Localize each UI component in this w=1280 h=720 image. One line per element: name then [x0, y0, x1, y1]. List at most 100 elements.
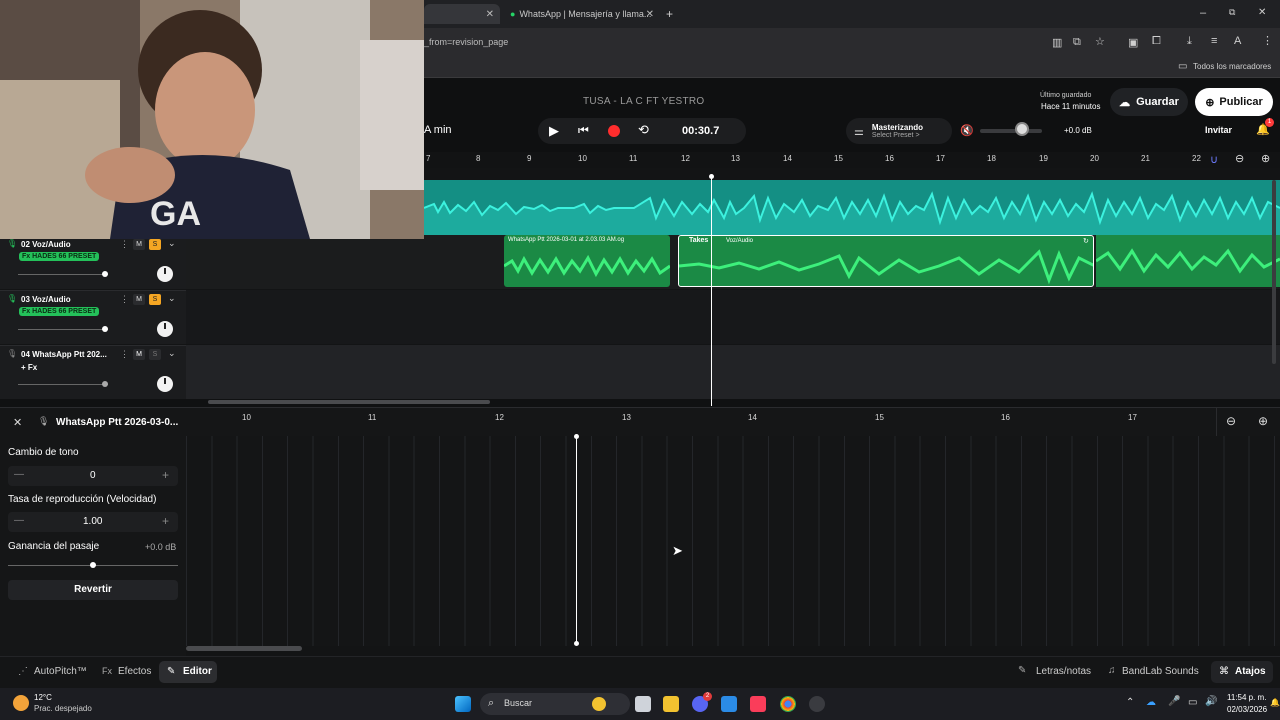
browser-tab-whatsapp[interactable]: ● WhatsApp | Mensajería y llama... ✕ [502, 4, 660, 24]
zoom-in-icon[interactable]: ⊕ [1261, 152, 1270, 165]
editor-scrollbar-thumb[interactable] [186, 646, 302, 651]
song-title[interactable]: TUSA - LA C FT YESTRO [583, 96, 705, 107]
loop-icon[interactable]: ⟲ [638, 122, 649, 138]
app-icon[interactable] [809, 696, 825, 712]
editor-playhead-handle[interactable] [574, 434, 579, 439]
volume-icon[interactable]: 🔊 [1205, 696, 1217, 707]
taskbar-time[interactable]: 11:54 p. m. [1227, 693, 1266, 702]
audio-clip-voz-selected[interactable]: Takes Voz/Audio ↻ [678, 235, 1094, 287]
playhead-handle[interactable] [709, 174, 714, 179]
music-app-icon[interactable] [750, 696, 766, 712]
editor-playhead-line[interactable] [576, 436, 577, 644]
pan-knob[interactable] [157, 266, 173, 282]
track-menu-icon[interactable]: ⋮ [120, 239, 129, 250]
tab-search-icon[interactable]: ▣ [1128, 36, 1138, 49]
track-volume-thumb[interactable] [102, 271, 108, 277]
solo-button[interactable]: S [149, 294, 161, 305]
publish-button[interactable]: ⊕ Publicar [1195, 88, 1273, 116]
track-menu-icon[interactable]: ⋮ [120, 294, 129, 305]
track-name[interactable]: 04 WhatsApp Ptt 202... [21, 350, 107, 359]
left-partial-label[interactable]: A min [424, 124, 452, 136]
rate-stepper[interactable]: — 1.00 + [8, 512, 178, 532]
track-volume-slider[interactable] [18, 329, 108, 330]
arrangement-scrollbar-thumb[interactable] [208, 400, 490, 404]
loop-clip-icon[interactable]: ↻ [1083, 237, 1089, 245]
tracks-vertical-scrollbar[interactable] [1272, 180, 1276, 364]
volume-slider[interactable] [980, 129, 1042, 133]
gain-slider-thumb[interactable] [90, 562, 96, 568]
chevron-down-icon[interactable]: ⌄ [168, 348, 176, 359]
chrome-icon[interactable] [780, 696, 796, 712]
speaker-mute-icon[interactable]: 🔇 [960, 124, 974, 137]
fx-preset-badge[interactable]: Fx HADES 66 PRESET [19, 307, 100, 316]
audio-clip-whatsapp[interactable]: WhatsApp Ptt 2026-03-01 at 2.03.03 AM.og [504, 235, 670, 287]
decrement-button[interactable]: — [14, 469, 24, 480]
shortcuts-button[interactable]: ⌘ Atajos [1211, 661, 1273, 683]
mastering-button[interactable]: ⚌ Masterizando Select Preset > [846, 118, 952, 144]
track-header-04[interactable]: 🎙 04 WhatsApp Ptt 202... ⋮ M S ⌄ + Fx [0, 345, 186, 399]
zoom-out-icon[interactable]: ⊖ [1235, 152, 1244, 165]
maximize-button[interactable]: ⧉ [1229, 7, 1235, 18]
new-tab-button[interactable]: + [666, 7, 673, 21]
all-bookmarks-link[interactable]: Todos los marcadores [1193, 62, 1271, 71]
chevron-down-icon[interactable]: ⌄ [168, 238, 176, 249]
track-name[interactable]: 03 Voz/Audio [21, 295, 71, 304]
arrangement-scrollbar-track[interactable] [0, 399, 1280, 407]
track-menu-icon[interactable]: ⋮ [120, 349, 129, 360]
revert-button[interactable]: Revertir [8, 580, 178, 600]
translate-icon[interactable]: A [1234, 35, 1241, 47]
decrement-button[interactable]: — [14, 515, 24, 526]
task-view-icon[interactable] [635, 696, 651, 712]
mute-button[interactable]: M [133, 349, 145, 360]
lyrics-button[interactable]: Letras/notas [1036, 666, 1091, 677]
file-explorer-icon[interactable] [663, 696, 679, 712]
track-lane-03[interactable] [186, 290, 1280, 344]
zoom-in-icon[interactable]: ⊕ [1258, 414, 1268, 428]
volume-slider-thumb[interactable] [1015, 122, 1029, 136]
track-name[interactable]: 02 Voz/Audio [21, 240, 71, 249]
zoom-out-icon[interactable]: ⊖ [1226, 414, 1236, 428]
tray-chevron-icon[interactable]: ⌃ [1126, 697, 1134, 708]
track-clip-teal[interactable] [423, 180, 1280, 237]
editor-tab-active[interactable]: ✎ Editor [159, 661, 217, 683]
increment-button[interactable]: + [162, 514, 169, 528]
mute-button[interactable]: M [133, 294, 145, 305]
invite-button[interactable]: Invitar [1205, 125, 1232, 135]
fx-preset-badge[interactable]: Fx HADES 66 PRESET [19, 252, 100, 261]
autopitch-tab[interactable]: AutoPitch™ [34, 666, 87, 677]
window-close-button[interactable]: ✕ [1258, 7, 1266, 18]
network-icon[interactable]: ▭ [1188, 697, 1197, 708]
close-editor-icon[interactable]: ✕ [13, 416, 22, 429]
taskbar-date[interactable]: 02/03/2026 [1227, 705, 1267, 714]
track-volume-slider[interactable] [18, 384, 108, 385]
add-fx-button[interactable]: + Fx [21, 363, 37, 372]
track-header-02[interactable]: 🎙 02 Voz/Audio ⋮ M S ⌄ Fx HADES 66 PRESE… [0, 235, 186, 289]
track-lane-04[interactable] [186, 345, 1280, 399]
mute-button[interactable]: M [133, 239, 145, 250]
rate-value[interactable]: 1.00 [83, 516, 102, 527]
play-icon[interactable]: ▶ [549, 123, 559, 139]
editor-playhead-handle[interactable] [574, 641, 579, 646]
pan-knob[interactable] [157, 376, 173, 392]
more-menu-icon[interactable]: ⋮ [1262, 34, 1273, 47]
notification-bell-icon[interactable]: 🔔 [1270, 698, 1280, 707]
track-volume-thumb[interactable] [102, 326, 108, 332]
snap-magnet-icon[interactable]: ∪ [1210, 153, 1218, 166]
solo-button[interactable]: S [149, 349, 161, 360]
effects-tab[interactable]: Efectos [118, 666, 151, 677]
download-icon[interactable]: ⤓ [1187, 35, 1192, 48]
weather-icon[interactable] [13, 695, 29, 711]
track-lane-02[interactable]: WhatsApp Ptt 2026-03-01 at 2.03.03 AM.og… [186, 235, 1280, 289]
browser-tab[interactable]: ✕ [424, 4, 500, 24]
microphone-icon[interactable]: 🎤 [1168, 696, 1180, 707]
close-tab-icon[interactable]: ✕ [646, 9, 654, 20]
save-button[interactable]: ☁ Guardar [1110, 88, 1188, 116]
url-text[interactable]: _from=revision_page [424, 37, 508, 47]
reading-mode-icon[interactable]: ▥ [1052, 36, 1062, 49]
close-tab-icon[interactable]: ✕ [486, 9, 494, 20]
capcut-icon[interactable] [721, 696, 737, 712]
audio-clip-continued[interactable] [1096, 235, 1280, 287]
track-header-03[interactable]: 🎙 03 Voz/Audio ⋮ M S ⌄ Fx HADES 66 PRESE… [0, 290, 186, 344]
media-icon[interactable]: ≡ [1211, 35, 1217, 47]
playhead-line[interactable] [711, 176, 712, 406]
